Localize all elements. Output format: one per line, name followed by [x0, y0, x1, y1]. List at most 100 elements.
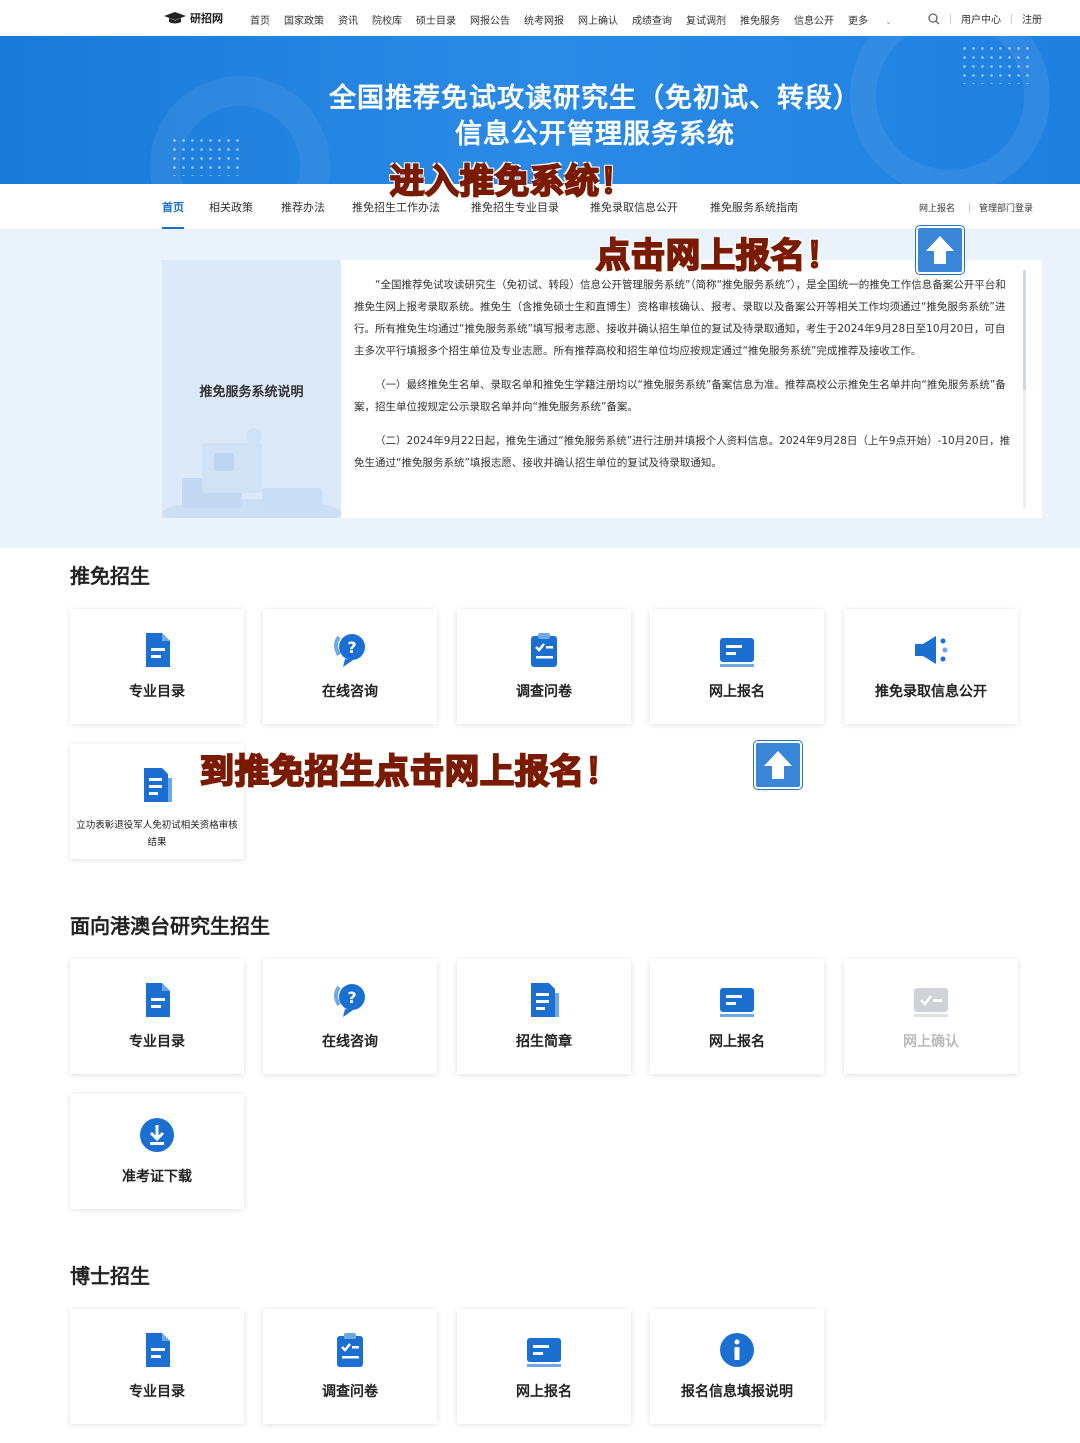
document-icon	[146, 983, 170, 1017]
download-icon	[140, 1118, 174, 1152]
annotation-click-registration: 点击网上报名！	[595, 235, 841, 277]
card-label: 在线咨询	[322, 1034, 378, 1050]
banner-title-line1: 全国推荐免试攻读研究生（免初试、转段）	[329, 83, 861, 114]
description-title: 推免服务系统说明	[199, 385, 304, 400]
card-survey[interactable]: 调查问卷	[457, 609, 631, 724]
arrow-up-icon	[754, 741, 802, 789]
nav-link-schools[interactable]: 院校库	[372, 12, 402, 27]
card-online-confirm: 网上确认	[844, 959, 1018, 1074]
form-icon	[527, 1338, 561, 1367]
annotation-enter-system: 进入推免系统！	[389, 161, 635, 203]
graduation-cap-icon	[164, 12, 186, 24]
card-registration-instructions[interactable]: 报名信息填报说明	[650, 1309, 824, 1424]
question-bubble-icon: ?	[334, 984, 365, 1017]
clipboard-icon	[531, 633, 557, 667]
card-label: 调查问卷	[516, 684, 572, 700]
card-major-catalog[interactable]: 专业目录	[70, 1309, 244, 1424]
banner-title-line2: 信息公开管理服务系统	[455, 119, 735, 150]
description-paragraph: “全国推荐免试攻读研究生（免初试、转段）信息公开管理服务系统”（简称“推免服务系…	[354, 279, 1006, 357]
divider	[1011, 13, 1012, 24]
card-label: 网上报名	[709, 1034, 765, 1050]
nav-link-policy[interactable]: 国家政策	[284, 12, 324, 27]
card-label: 报名信息填报说明	[681, 1384, 793, 1400]
card-label: 招生简章	[516, 1034, 572, 1050]
search-icon[interactable]	[928, 12, 940, 25]
description-text: “全国推荐免试攻读研究生（免初试、转段）信息公开管理服务系统”（简称“推免服务系…	[354, 274, 1014, 486]
user-center-link[interactable]: 用户中心	[961, 11, 1001, 26]
nav-link-announcements[interactable]: 网报公告	[470, 12, 510, 27]
online-registration-link[interactable]: 网上报名	[919, 201, 955, 214]
card-online-registration[interactable]: 网上报名	[457, 1309, 631, 1424]
nav-link-scores[interactable]: 成绩查询	[632, 12, 672, 27]
nav-link-recommendation[interactable]: 推免服务	[740, 12, 780, 27]
nav-link-masters-catalog[interactable]: 硕士目录	[416, 12, 456, 27]
card-admission-ticket-download[interactable]: 准考证下载	[70, 1094, 244, 1209]
card-label: 在线咨询	[322, 684, 378, 700]
card-label: 网上报名	[516, 1384, 572, 1400]
divider	[969, 203, 970, 213]
tab-related-policies[interactable]: 相关政策	[209, 199, 253, 215]
document-lines-icon	[531, 983, 559, 1017]
question-bubble-icon: ?	[334, 634, 365, 667]
nav-link-disclosure[interactable]: 信息公开	[794, 12, 834, 27]
description-sidebar: 推免服务系统说明	[162, 260, 341, 518]
description-scrollbar[interactable]	[1023, 270, 1026, 508]
card-label: 推免录取信息公开	[875, 684, 987, 700]
document-lines-icon	[144, 768, 172, 802]
card-online-consult[interactable]: ? 在线咨询	[263, 609, 437, 724]
info-icon	[720, 1333, 754, 1367]
confirm-icon	[914, 988, 948, 1017]
chevron-down-icon: ⌄	[885, 17, 892, 26]
annotation-recommendation-registration: 到推免招生点击网上报名！	[199, 751, 620, 793]
card-major-catalog[interactable]: 专业目录	[70, 609, 244, 724]
nav-more-label: 更多	[848, 16, 868, 27]
tab-system-guide[interactable]: 推免服务系统指南	[710, 199, 798, 215]
card-label: 专业目录	[129, 1034, 185, 1050]
nav-link-more[interactable]: 更多 ⌄	[848, 12, 906, 27]
card-label: 网上确认	[903, 1034, 959, 1050]
card-label: 调查问卷	[322, 1384, 378, 1400]
card-online-registration[interactable]: 网上报名	[650, 959, 824, 1074]
divider	[950, 13, 951, 24]
card-admission-brochure[interactable]: 招生简章	[457, 959, 631, 1074]
description-paragraph: （二）2024年9月22日起，推免生通过“推免服务系统”进行注册并填报个人资料信…	[354, 435, 1011, 469]
section-title-recommendation: 推免招生	[70, 564, 150, 588]
form-icon	[720, 988, 754, 1017]
nav-link-home[interactable]: 首页	[250, 12, 270, 27]
card-major-catalog[interactable]: 专业目录	[70, 959, 244, 1074]
card-label: 准考证下载	[122, 1169, 192, 1185]
nav-link-unified-registration[interactable]: 统考网报	[524, 12, 564, 27]
tab-recommendation-methods[interactable]: 推荐办法	[281, 199, 325, 215]
card-admission-disclosure[interactable]: 推免录取信息公开	[844, 609, 1018, 724]
nav-link-news[interactable]: 资讯	[338, 12, 358, 27]
form-icon	[720, 638, 754, 667]
card-online-registration[interactable]: 网上报名	[650, 609, 824, 724]
nav-link-adjustment[interactable]: 复试调剂	[686, 12, 726, 27]
logo-text: 研招网	[190, 12, 223, 25]
card-label: 立功表彰退役军人免初试相关资格审核结果	[76, 820, 238, 848]
svg-text:?: ?	[347, 638, 356, 657]
illustration-icon	[162, 428, 341, 518]
document-icon	[146, 1333, 170, 1367]
card-label: 专业目录	[129, 684, 185, 700]
card-label: 专业目录	[129, 1384, 185, 1400]
system-description-panel: 推免服务系统说明 “全国推荐免试攻读研究生（免初试、转段）信息公开管理服务系统”…	[162, 260, 1042, 518]
card-label: 网上报名	[709, 684, 765, 700]
tab-home[interactable]: 首页	[162, 199, 184, 229]
description-paragraph: （一）最终推免生名单、录取名单和推免生学籍注册均以“推免服务系统”备案信息为准。…	[354, 379, 1006, 413]
megaphone-icon	[915, 636, 948, 664]
svg-text:?: ?	[347, 988, 356, 1007]
card-online-consult[interactable]: ? 在线咨询	[263, 959, 437, 1074]
nav-link-online-confirm[interactable]: 网上确认	[578, 12, 618, 27]
document-icon	[146, 633, 170, 667]
card-survey[interactable]: 调查问卷	[263, 1309, 437, 1424]
section-title-doctoral: 博士招生	[70, 1264, 150, 1288]
admin-login-link[interactable]: 管理部门登录	[979, 201, 1033, 214]
scrollbar-thumb[interactable]	[1023, 270, 1026, 390]
arrow-up-icon	[916, 226, 964, 274]
top-navigation: 研招网 首页 国家政策 资讯 院校库 硕士目录 网报公告 统考网报 网上确认 成…	[0, 0, 1080, 36]
register-link[interactable]: 注册	[1022, 11, 1042, 26]
site-logo[interactable]: 研招网	[164, 10, 223, 26]
section-title-hmt: 面向港澳台研究生招生	[70, 914, 270, 938]
clipboard-icon	[337, 1333, 363, 1367]
